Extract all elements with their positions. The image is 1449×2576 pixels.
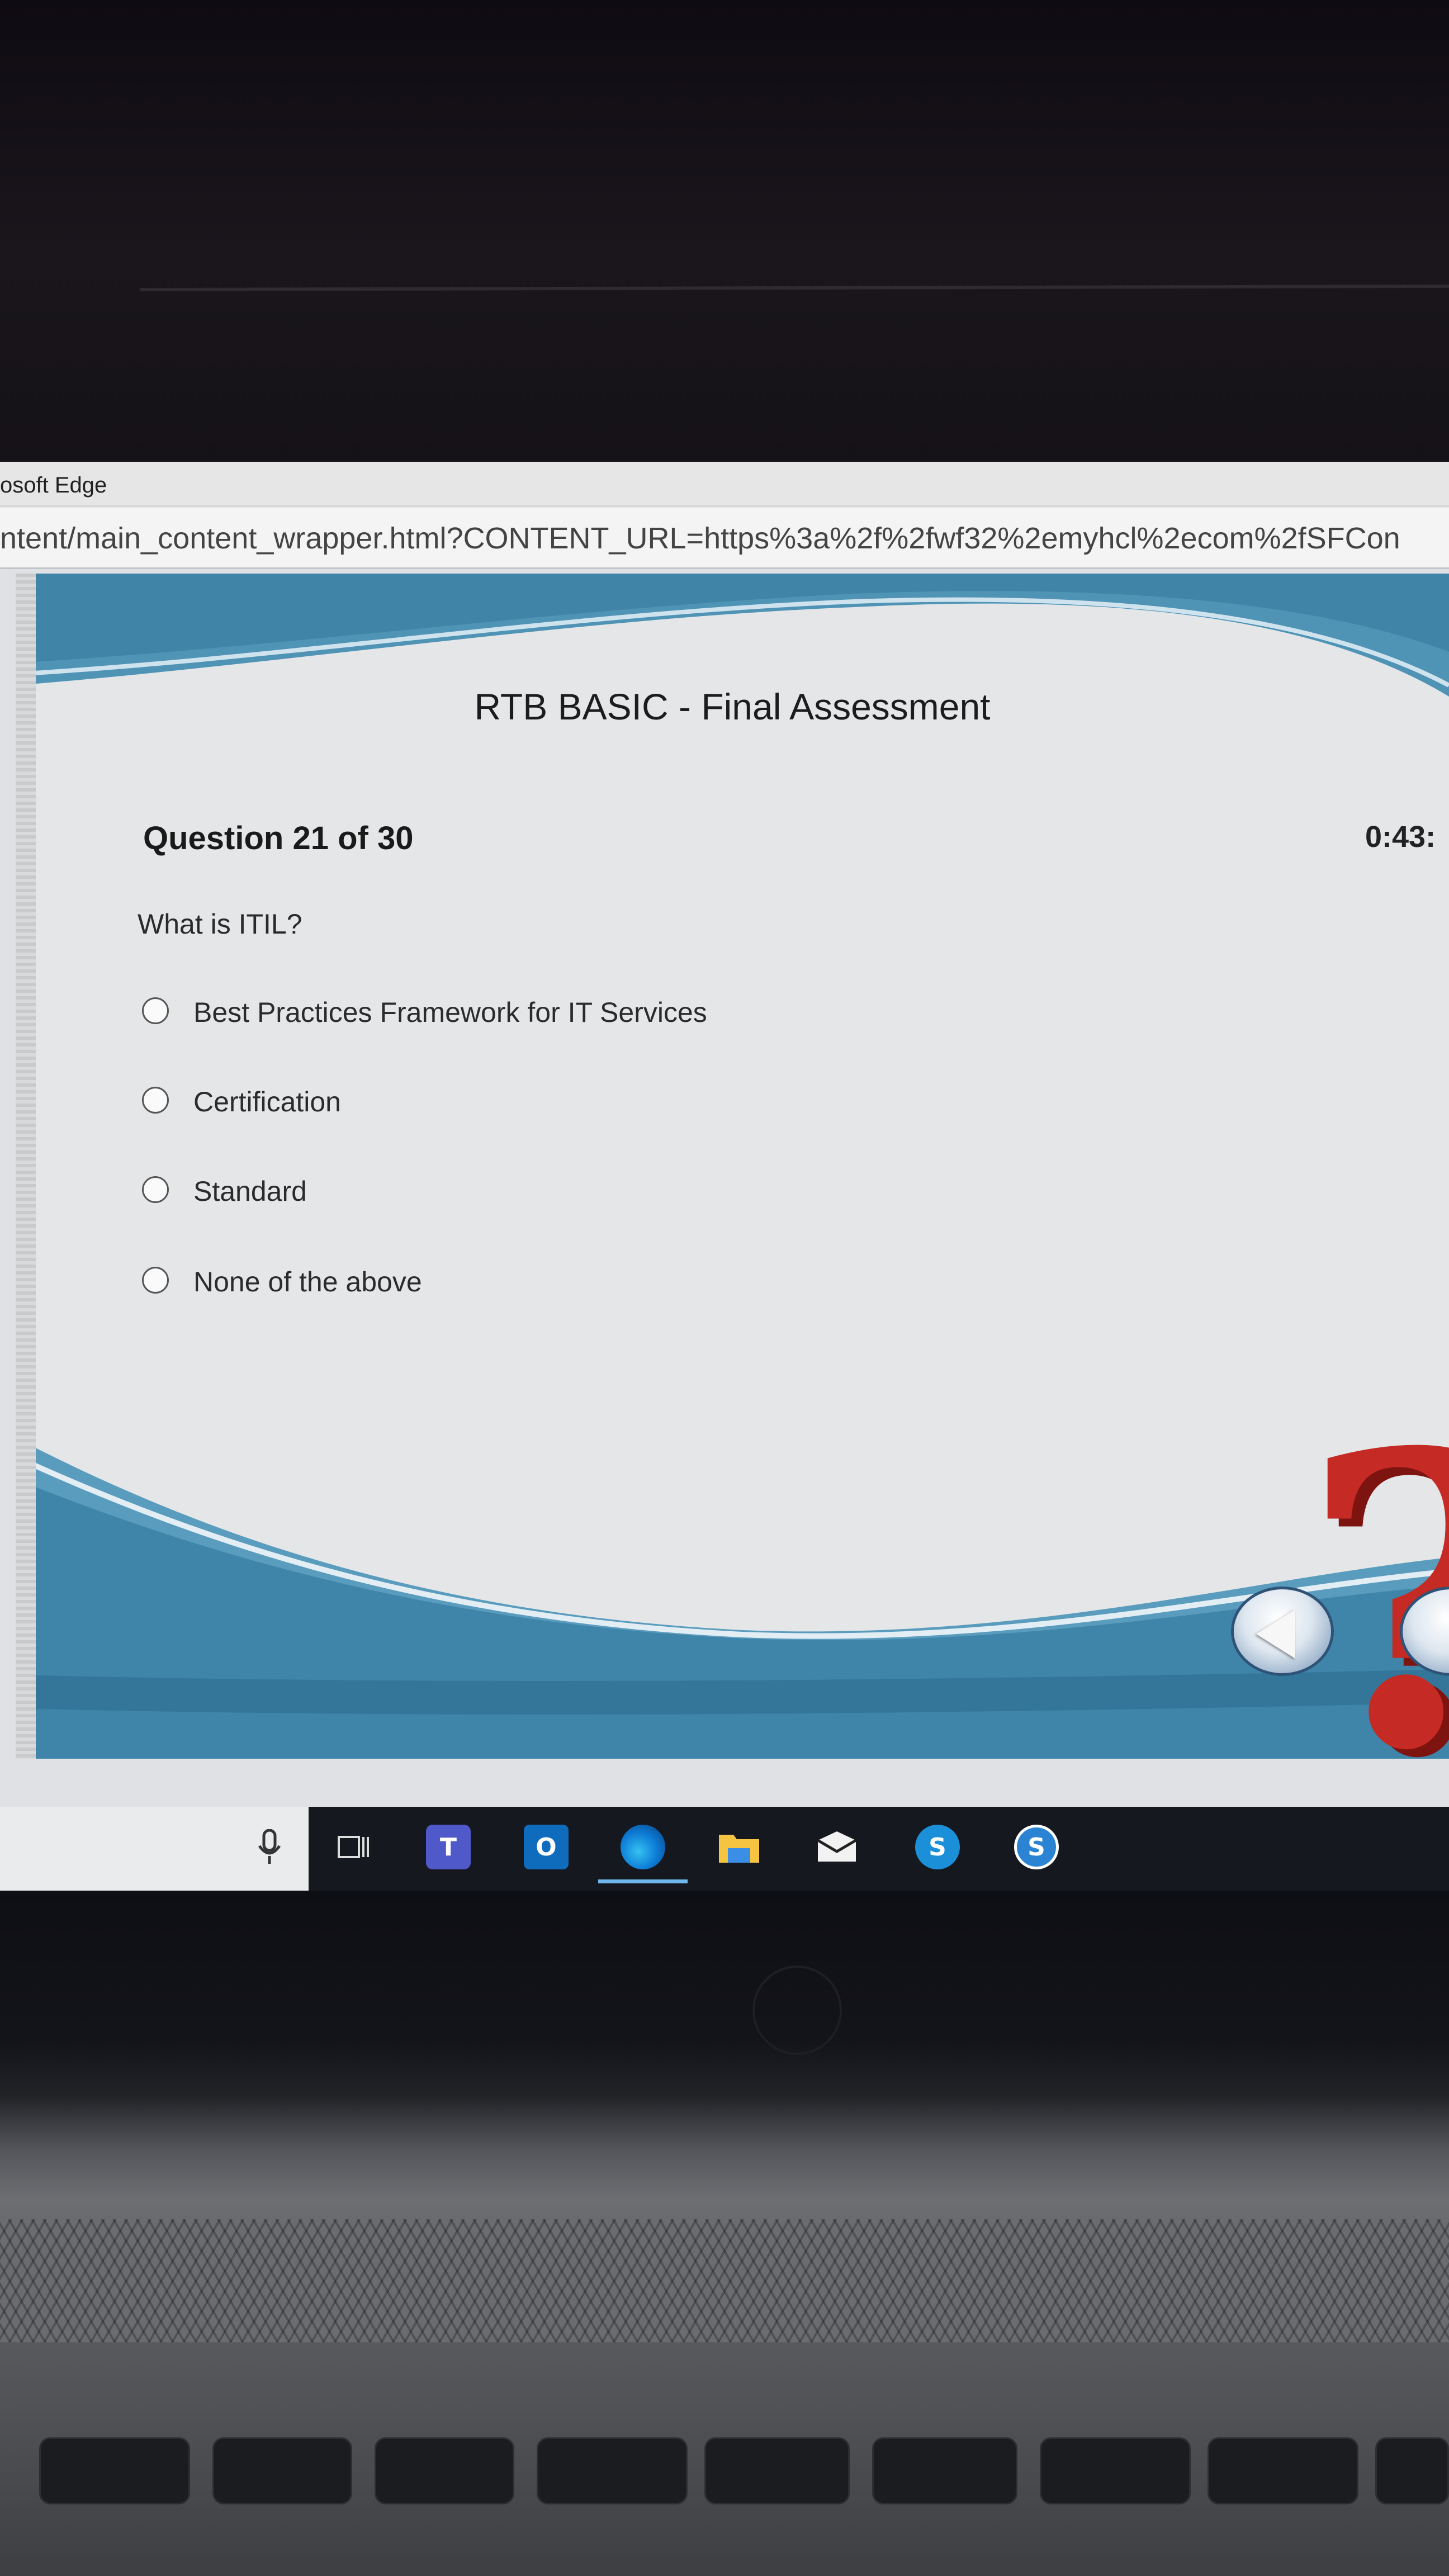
slide-border — [16, 574, 36, 1759]
edge-icon[interactable] — [621, 1825, 665, 1869]
keyboard-key — [872, 2437, 1017, 2504]
answer-option[interactable]: Certification — [142, 1083, 925, 1128]
answer-option[interactable]: None of the above — [142, 1263, 925, 1308]
skype-business-icon[interactable]: S — [1014, 1825, 1059, 1869]
answer-option[interactable]: Standard — [142, 1173, 925, 1218]
wave-decoration — [16, 574, 1449, 1759]
previous-button[interactable] — [1231, 1587, 1334, 1676]
keyboard — [0, 2404, 1449, 2576]
mail-icon[interactable] — [815, 1825, 859, 1869]
file-explorer-icon[interactable] — [717, 1825, 761, 1869]
url-text[interactable]: ntent/main_content_wrapper.html?CONTENT_… — [0, 521, 1400, 556]
outlook-icon[interactable]: O — [524, 1825, 569, 1869]
edge-browser-window: osoft Edge ntent/main_content_wrapper.ht… — [0, 462, 1449, 1848]
active-app-indicator — [598, 1879, 688, 1883]
page-title: RTB BASIC - Final Assessment — [474, 686, 991, 727]
task-view-icon[interactable] — [331, 1825, 376, 1869]
keyboard-key — [537, 2437, 688, 2504]
back-arrow-icon — [1256, 1609, 1295, 1659]
keyboard-key — [212, 2437, 352, 2504]
window-title: osoft Edge — [0, 473, 107, 498]
answer-label[interactable]: Best Practices Framework for IT Services — [193, 996, 707, 1029]
monitor-bezel — [0, 0, 1449, 464]
question-counter: Question 21 of 30 — [143, 820, 414, 856]
answer-option[interactable]: Best Practices Framework for IT Services — [142, 994, 925, 1039]
keyboard-key — [39, 2437, 190, 2504]
assessment-slide: RTB BASIC - Final Assessment Question 21… — [16, 574, 1449, 1759]
answer-label[interactable]: Standard — [193, 1175, 307, 1208]
keyboard-key — [375, 2437, 514, 2504]
keyboard-key — [1375, 2437, 1449, 2504]
taskbar: T O S S — [258, 1807, 1449, 1891]
teams-icon[interactable]: T — [426, 1825, 471, 1869]
radio-button[interactable] — [142, 1087, 169, 1114]
hp-logo-icon — [752, 1966, 842, 2055]
speaker-grille — [0, 2219, 1449, 2342]
title-bar: osoft Edge — [0, 462, 1449, 506]
radio-button[interactable] — [142, 1267, 169, 1294]
microphone-icon[interactable] — [247, 1825, 292, 1869]
keyboard-key — [1208, 2437, 1358, 2504]
keyboard-key — [704, 2437, 850, 2504]
answer-label[interactable]: None of the above — [193, 1266, 422, 1298]
radio-button[interactable] — [142, 997, 169, 1024]
question-mark-illustration: ? — [1301, 1401, 1449, 1759]
keyboard-key — [1040, 2437, 1191, 2504]
radio-button[interactable] — [142, 1176, 169, 1203]
address-bar[interactable]: ntent/main_content_wrapper.html?CONTENT_… — [0, 508, 1449, 569]
countdown-timer: 0:43: — [1365, 820, 1436, 854]
skype-icon[interactable]: S — [915, 1825, 960, 1869]
answer-label[interactable]: Certification — [193, 1086, 341, 1118]
question-text: What is ITIL? — [138, 908, 302, 940]
